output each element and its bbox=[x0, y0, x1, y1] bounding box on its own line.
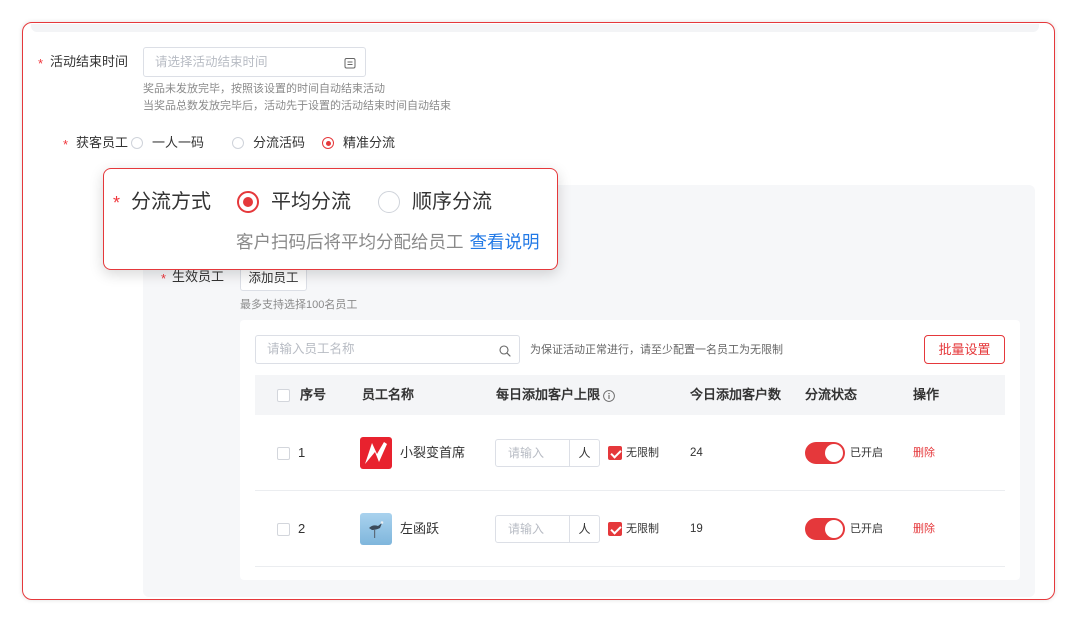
unlimited-label: 无限制 bbox=[626, 523, 659, 535]
delete-link[interactable]: 删除 bbox=[913, 522, 935, 536]
daily-limit-input[interactable]: 请输入 人 bbox=[495, 439, 600, 467]
radio-average-split[interactable]: 平均分流 bbox=[237, 190, 351, 214]
split-mode-callout: * 分流方式 平均分流 顺序分流 客户扫码后将平均分配给员工 查看说明 bbox=[103, 168, 558, 270]
split-status-toggle[interactable] bbox=[805, 442, 845, 464]
today-added-count: 24 bbox=[690, 447, 703, 459]
required-mark: * bbox=[161, 271, 167, 286]
daily-limit-placeholder: 请输入 bbox=[508, 446, 545, 460]
split-mode-hint-line: 客户扫码后将平均分配给员工 查看说明 bbox=[236, 231, 540, 253]
split-status-label: 已开启 bbox=[850, 447, 883, 459]
table-row: 1 小裂变首席 请输入 人 无限制 24 已开启 删除 bbox=[255, 415, 1005, 491]
staff-name: 左函跃 bbox=[400, 521, 440, 536]
delete-link[interactable]: 删除 bbox=[913, 446, 935, 460]
staff-search-input[interactable]: 请输入员工名称 bbox=[255, 335, 520, 364]
row-index: 1 bbox=[298, 445, 306, 460]
required-mark: * bbox=[63, 137, 69, 152]
column-today-added: 今日添加客户数 bbox=[690, 387, 782, 402]
view-explanation-link[interactable]: 查看说明 bbox=[470, 232, 540, 252]
staff-search-placeholder: 请输入员工名称 bbox=[267, 342, 355, 356]
end-time-label: 活动结束时间 bbox=[50, 54, 129, 69]
end-time-hint: 奖品未发放完毕，按照该设置的时间自动结束活动 bbox=[143, 83, 385, 95]
radio-label: 精准分流 bbox=[343, 135, 396, 150]
radio-circle[interactable] bbox=[378, 191, 400, 213]
radio-split-live-code[interactable]: 分流活码 bbox=[232, 135, 305, 151]
row-index: 2 bbox=[298, 521, 306, 536]
split-status-label: 已开启 bbox=[850, 523, 883, 535]
staff-notice: 为保证活动正常进行，请至少配置一名员工为无限制 bbox=[530, 344, 783, 356]
column-name: 员工名称 bbox=[362, 387, 415, 402]
radio-precise-split[interactable]: 精准分流 bbox=[322, 135, 395, 151]
column-index: 序号 bbox=[300, 387, 327, 402]
radio-circle[interactable] bbox=[322, 137, 334, 149]
previous-section-edge bbox=[31, 24, 1039, 32]
column-daily-limit: 每日添加客户上限 bbox=[496, 387, 601, 402]
radio-circle[interactable] bbox=[237, 191, 259, 213]
row-checkbox[interactable] bbox=[277, 522, 290, 536]
active-staff-label: 生效员工 bbox=[172, 269, 225, 284]
daily-limit-placeholder: 请输入 bbox=[508, 522, 545, 536]
radio-one-person-one-code[interactable]: 一人一码 bbox=[131, 135, 204, 151]
required-mark: * bbox=[113, 193, 121, 213]
radio-sequential-split[interactable]: 顺序分流 bbox=[378, 190, 492, 214]
split-status-toggle[interactable] bbox=[805, 518, 845, 540]
select-all-checkbox[interactable] bbox=[277, 388, 290, 402]
batch-settings-button[interactable]: 批量设置 bbox=[924, 335, 1005, 364]
required-mark: * bbox=[38, 56, 44, 71]
unlimited-checkbox[interactable] bbox=[608, 522, 622, 536]
staff-name: 小裂变首席 bbox=[400, 445, 466, 460]
avatar bbox=[360, 513, 392, 545]
radio-label: 平均分流 bbox=[271, 191, 351, 213]
end-time-hint: 当奖品总数发放完毕后，活动先于设置的活动结束时间自动结束 bbox=[143, 100, 451, 112]
avatar bbox=[360, 437, 392, 469]
active-staff-hint: 最多支持选择100名员工 bbox=[240, 299, 358, 311]
info-icon[interactable] bbox=[603, 389, 615, 402]
radio-label: 顺序分流 bbox=[412, 191, 492, 213]
daily-limit-unit: 人 bbox=[569, 440, 599, 466]
end-time-picker[interactable]: 请选择活动结束时间 bbox=[143, 47, 366, 77]
calendar-icon[interactable] bbox=[344, 56, 356, 69]
unlimited-label: 无限制 bbox=[626, 447, 659, 459]
row-checkbox[interactable] bbox=[277, 446, 290, 460]
daily-limit-unit: 人 bbox=[569, 516, 599, 542]
radio-circle[interactable] bbox=[131, 137, 143, 149]
table-row: 2 左函跃 请输入 人 无限制 19 已开启 删除 bbox=[255, 491, 1005, 567]
table-header: 序号 员工名称 每日添加客户上限 今日添加客户数 分流状态 操作 bbox=[255, 375, 1005, 415]
acquire-staff-label: 获客员工 bbox=[76, 135, 129, 150]
end-time-placeholder: 请选择活动结束时间 bbox=[155, 55, 268, 69]
split-mode-label: 分流方式 bbox=[131, 191, 211, 213]
radio-label: 分流活码 bbox=[253, 135, 306, 150]
radio-label: 一人一码 bbox=[152, 135, 205, 150]
daily-limit-input[interactable]: 请输入 人 bbox=[495, 515, 600, 543]
search-icon[interactable] bbox=[499, 344, 511, 357]
column-status: 分流状态 bbox=[805, 387, 858, 402]
column-action: 操作 bbox=[913, 387, 940, 402]
radio-circle[interactable] bbox=[232, 137, 244, 149]
split-mode-hint: 客户扫码后将平均分配给员工 bbox=[236, 232, 464, 252]
today-added-count: 19 bbox=[690, 523, 703, 535]
unlimited-checkbox[interactable] bbox=[608, 446, 622, 460]
